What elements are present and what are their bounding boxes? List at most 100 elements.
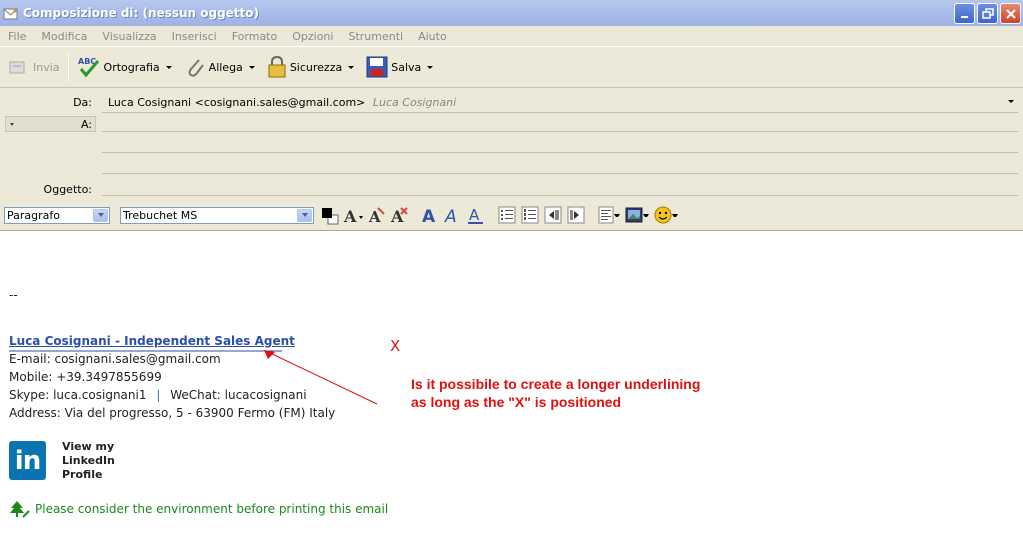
menu-help[interactable]: Aiuto	[418, 30, 447, 43]
window-title: Composizione di: (nessun oggetto)	[23, 6, 260, 20]
italic-button[interactable]: A	[443, 205, 463, 225]
menu-tools[interactable]: Strumenti	[348, 30, 403, 43]
attach-dropdown[interactable]	[247, 52, 257, 82]
smaller-text-icon: A	[368, 207, 385, 225]
message-headers: Da: Luca Cosignani <cosignani.sales@gmai…	[0, 88, 1023, 200]
font-family-select[interactable]: Trebuchet MS	[120, 206, 314, 224]
insert-dropdown-icon	[643, 214, 649, 217]
menu-format[interactable]: Formato	[232, 30, 278, 43]
text-color-button[interactable]	[320, 205, 340, 225]
from-identity: Luca Cosignani	[372, 96, 457, 109]
floppy-disk-icon	[366, 56, 388, 78]
font-family-value: Trebuchet MS	[123, 208, 198, 222]
close-icon	[1005, 8, 1016, 19]
annotation-text: Is it possibile to create a longer under…	[411, 375, 700, 411]
font-size-icon: A	[343, 207, 363, 225]
subject-input[interactable]	[102, 195, 1018, 196]
attach-button[interactable]: Allega	[180, 52, 247, 82]
attach-label: Allega	[208, 60, 243, 74]
outdent-button[interactable]	[543, 205, 563, 225]
compose-app-icon	[3, 5, 19, 21]
send-label: Invia	[33, 60, 60, 74]
send-button[interactable]: Invia	[4, 52, 64, 82]
spell-check-icon: ABC	[78, 57, 99, 78]
align-dropdown-icon	[614, 214, 620, 217]
paragraph-style-value: Paragrafo	[7, 208, 60, 222]
underline-button[interactable]: A	[466, 205, 486, 225]
align-button[interactable]	[597, 205, 621, 225]
minimize-icon	[960, 15, 968, 18]
lock-icon	[268, 55, 286, 78]
image-icon	[625, 207, 643, 223]
annotation-marker: X	[390, 337, 401, 355]
restore-icon	[981, 7, 994, 19]
larger-text-icon: A	[390, 207, 408, 225]
emoticon-dropdown-icon	[672, 214, 678, 217]
insert-image-button[interactable]	[624, 205, 650, 225]
underline-icon: A	[468, 206, 483, 224]
menu-view[interactable]: Visualizza	[102, 30, 156, 43]
font-size-button[interactable]: A	[343, 205, 363, 225]
svg-text:A: A	[422, 207, 436, 225]
save-button[interactable]: Salva	[362, 52, 425, 82]
to-label: A:	[80, 118, 92, 131]
security-button[interactable]: Sicurezza	[263, 52, 346, 82]
indent-button[interactable]	[566, 205, 586, 225]
recipient-row-3[interactable]	[102, 173, 1018, 174]
svg-text:A: A	[343, 207, 357, 225]
spell-check-button[interactable]: ABC Ortografia	[73, 52, 164, 82]
chevron-down-icon	[93, 208, 108, 222]
from-label: Da:	[73, 96, 92, 109]
indent-icon	[567, 206, 585, 224]
chevron-down-icon	[297, 208, 312, 222]
from-value: Luca Cosignani <cosignani.sales@gmail.co…	[108, 96, 366, 109]
subject-label: Oggetto:	[43, 183, 92, 196]
send-icon	[9, 61, 25, 74]
outdent-icon	[544, 206, 562, 224]
from-dropdown[interactable]	[1008, 100, 1014, 103]
numbered-list-button[interactable]	[520, 205, 540, 225]
toolbar-separator	[67, 53, 69, 81]
menu-edit[interactable]: Modifica	[41, 30, 87, 43]
paragraph-style-select[interactable]: Paragrafo	[4, 206, 110, 224]
menu-bar: File Modifica Visualizza Inserisci Forma…	[0, 26, 1023, 46]
save-label: Salva	[391, 60, 422, 74]
bold-button[interactable]: A	[420, 205, 440, 225]
smaller-text-button[interactable]: A	[366, 205, 386, 225]
paperclip-icon	[188, 59, 204, 77]
larger-text-button[interactable]: A	[389, 205, 409, 225]
menu-insert[interactable]: Inserisci	[172, 30, 217, 43]
menu-file[interactable]: File	[8, 30, 26, 43]
numbered-list-icon	[521, 206, 539, 224]
text-color-icon	[322, 208, 339, 225]
annotation-arrow	[267, 351, 378, 405]
annotation-line2: as long as the "X" is positioned	[411, 394, 622, 410]
minimize-button[interactable]	[954, 3, 975, 24]
spell-check-dropdown[interactable]	[164, 52, 174, 82]
align-icon	[598, 206, 614, 224]
bold-icon: A	[422, 207, 436, 225]
security-dropdown[interactable]	[346, 52, 356, 82]
close-button[interactable]	[1000, 3, 1021, 24]
recipient-row-2[interactable]	[102, 152, 1018, 153]
security-label: Sicurezza	[289, 60, 343, 74]
from-field[interactable]: Luca Cosignani <cosignani.sales@gmail.co…	[108, 96, 456, 109]
spell-check-label: Ortografia	[103, 60, 160, 74]
format-toolbar: Paragrafo Trebuchet MS A A A A A A	[0, 200, 1023, 230]
title-bar: Composizione di: (nessun oggetto)	[0, 0, 1023, 26]
message-body-editor[interactable]: -- Luca Cosignani - Independent Sales Ag…	[0, 230, 1023, 540]
smiley-icon	[654, 206, 672, 224]
bulleted-list-button[interactable]	[497, 205, 517, 225]
maximize-button[interactable]	[977, 3, 998, 24]
svg-text:A: A	[469, 206, 480, 224]
svg-text:A: A	[444, 207, 457, 225]
save-dropdown[interactable]	[425, 52, 435, 82]
italic-icon: A	[444, 207, 457, 225]
annotation-line1: Is it possibile to create a longer under…	[411, 376, 701, 392]
to-input[interactable]	[102, 131, 1018, 132]
from-divider	[102, 112, 1018, 113]
svg-text:A: A	[368, 208, 381, 225]
bulleted-list-icon	[498, 206, 516, 224]
emoticon-button[interactable]	[653, 205, 679, 225]
menu-options[interactable]: Opzioni	[292, 30, 333, 43]
